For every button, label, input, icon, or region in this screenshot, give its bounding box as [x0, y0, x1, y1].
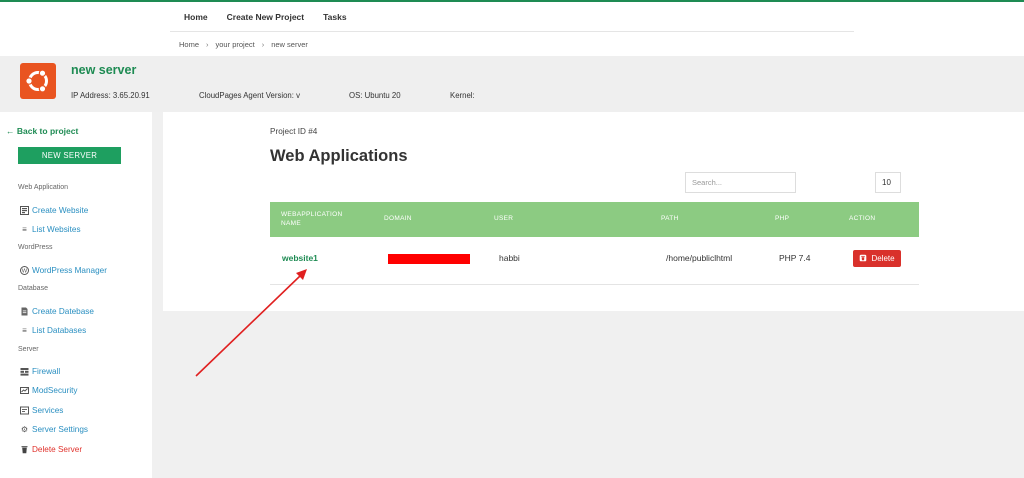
- document-icon: [20, 307, 29, 316]
- sidebar-item-label: Delete Server: [32, 445, 83, 454]
- nav-create-project-link[interactable]: Create New Project: [227, 12, 304, 22]
- sidebar-item-firewall[interactable]: Firewall: [20, 367, 60, 376]
- column-header-name: WEBAPPLICATION NAME: [281, 211, 343, 227]
- webapp-name-link[interactable]: website1: [282, 253, 318, 263]
- section-server: Server: [18, 346, 39, 353]
- server-header: new server IP Address: 3.65.20.91 CloudP…: [0, 56, 1024, 112]
- sidebar-item-label: Create Datebase: [32, 307, 94, 316]
- table-header: WEBAPPLICATION NAME DOMAIN USER PATH PHP…: [270, 202, 919, 237]
- webapp-path: /home/publiclhtml: [666, 253, 733, 263]
- main-content: Project ID #4 Web Applications 10 WEBAPP…: [163, 112, 1024, 311]
- window-icon: [20, 406, 29, 415]
- breadcrumb-separator: ›: [261, 40, 265, 49]
- section-database: Database: [18, 285, 48, 292]
- top-navbar: Home Create New Project Tasks Home › you…: [0, 2, 1024, 56]
- form-icon: [20, 206, 29, 215]
- sidebar-item-label: WordPress Manager: [32, 266, 107, 275]
- table-row: website1 habbi /home/publiclhtml PHP 7.4…: [270, 237, 919, 285]
- nav-tasks-link[interactable]: Tasks: [323, 12, 346, 22]
- breadcrumb-project[interactable]: your project: [216, 40, 255, 49]
- search-input[interactable]: [685, 172, 796, 193]
- server-agent-version: CloudPages Agent Version: v: [199, 91, 300, 100]
- new-server-button[interactable]: NEW SERVER: [18, 147, 121, 164]
- breadcrumb-server: new server: [271, 40, 308, 49]
- section-web-application: Web Application: [18, 184, 69, 191]
- column-header-path: PATH: [661, 215, 679, 222]
- server-name: new server: [71, 63, 137, 77]
- sidebar-item-label: Server Settings: [32, 425, 88, 434]
- sidebar-item-create-database[interactable]: Create Datebase: [20, 307, 94, 316]
- back-to-project-link[interactable]: ← Back to project: [6, 126, 78, 136]
- nav-divider: [170, 31, 854, 32]
- sidebar-item-label: Create Website: [32, 206, 89, 215]
- sidebar-item-services[interactable]: Services: [20, 406, 63, 415]
- chart-icon: [20, 386, 29, 395]
- webapp-php: PHP 7.4: [779, 253, 811, 263]
- wordpress-icon: W: [20, 266, 29, 275]
- top-nav-menu: Home Create New Project Tasks: [184, 12, 347, 22]
- column-header-domain: DOMAIN: [384, 215, 412, 222]
- delete-button[interactable]: Delete: [853, 250, 901, 267]
- column-header-user: USER: [494, 215, 514, 222]
- trash-icon: [859, 254, 867, 264]
- sidebar-item-label: List Websites: [32, 225, 81, 234]
- server-ip: IP Address: 3.65.20.91: [71, 91, 150, 100]
- sidebar-item-label: ModSecurity: [32, 386, 78, 395]
- sidebar-item-wordpress-manager[interactable]: W WordPress Manager: [20, 266, 107, 275]
- breadcrumb-home[interactable]: Home: [179, 40, 199, 49]
- sidebar-item-label: List Databases: [32, 326, 87, 335]
- sidebar-item-list-websites[interactable]: ≡ List Websites: [20, 225, 81, 234]
- project-id: Project ID #4: [270, 127, 318, 136]
- svg-text:W: W: [22, 269, 28, 275]
- sidebar-item-server-settings[interactable]: ⚙ Server Settings: [20, 425, 88, 434]
- breadcrumb: Home › your project › new server: [179, 40, 308, 49]
- sidebar: ← Back to project NEW SERVER Web Applica…: [0, 112, 152, 478]
- column-header-php: PHP: [775, 215, 790, 222]
- firewall-icon: [20, 367, 29, 376]
- delete-button-label: Delete: [871, 254, 895, 263]
- gear-icon: ⚙: [20, 425, 29, 434]
- server-kernel: Kernel:: [450, 91, 475, 100]
- nav-home-link[interactable]: Home: [184, 12, 208, 22]
- trash-icon: [20, 445, 29, 454]
- list-icon: ≡: [22, 225, 27, 234]
- sidebar-item-label: Firewall: [32, 367, 61, 376]
- breadcrumb-separator: ›: [206, 40, 209, 49]
- arrow-left-icon: ←: [6, 126, 15, 136]
- back-to-project-label: Back to project: [16, 126, 79, 136]
- sidebar-item-create-website[interactable]: Create Website: [20, 206, 88, 215]
- redacted-domain: [388, 254, 470, 264]
- sidebar-item-label: Services: [32, 406, 64, 415]
- section-wordpress: WordPress: [18, 244, 53, 251]
- ubuntu-logo-icon: [20, 63, 56, 99]
- page-title: Web Applications: [270, 147, 408, 165]
- sidebar-item-delete-server[interactable]: Delete Server: [20, 445, 82, 454]
- sidebar-item-list-databases[interactable]: ≡ List Databases: [20, 326, 86, 335]
- webapp-user: habbi: [499, 253, 520, 263]
- column-header-action: ACTION: [849, 215, 876, 222]
- list-icon: ≡: [22, 326, 27, 335]
- sidebar-item-modsecurity[interactable]: ModSecurity: [20, 386, 78, 395]
- server-os: OS: Ubuntu 20: [349, 91, 401, 100]
- page-size-select[interactable]: 10: [875, 172, 901, 193]
